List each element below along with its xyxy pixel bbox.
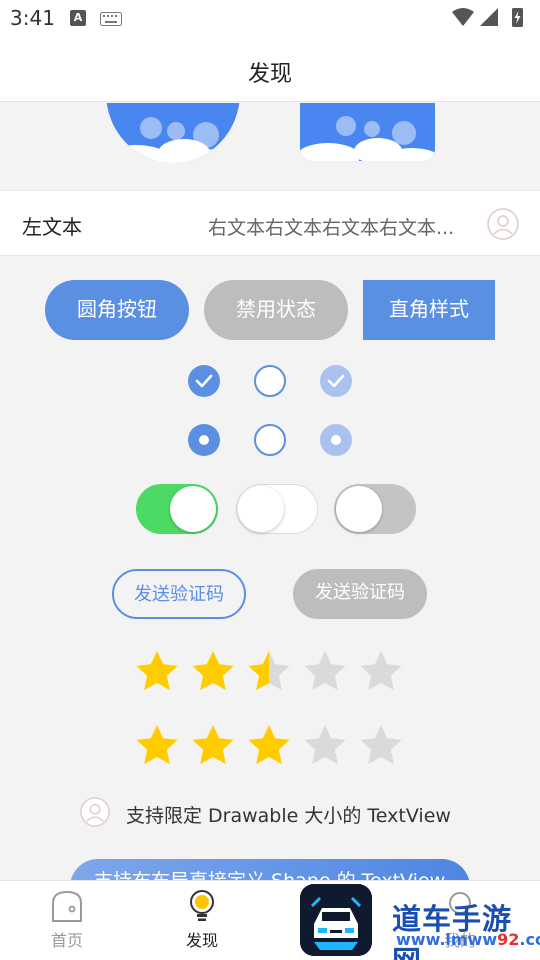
lightbulb-icon [190,890,214,921]
textview-label: 支持限定 Drawable 大小的 TextView [126,805,451,827]
status-time: 3:41 [10,6,55,30]
avatar-icon [80,797,110,827]
status-bar: 3:41 A [0,0,540,38]
keyboard-icon [100,12,122,26]
watermark-logo [300,884,372,956]
rounded-rect-image [300,103,435,161]
star-icon [360,651,402,691]
car-logo-icon [300,884,372,956]
round-image [106,103,240,163]
row-left-text: 左文本 [22,215,82,239]
drawable-textview: 支持限定 Drawable 大小的 TextView [80,797,500,831]
star-icon [192,725,234,765]
star-icon [136,651,178,691]
watermark-url: www.lmww92.com [396,930,540,949]
main-content[interactable]: 左文本 右文本右文本右文本右文本... 圆角按钮 禁用状态 直角样式 发送验证码… [0,103,540,881]
check-icon [327,374,345,388]
tab-discover[interactable]: 发现 [162,889,242,959]
watermark-title: 道车手游网 [392,902,513,960]
avatar-icon [487,208,519,240]
radio-checked[interactable] [188,424,220,456]
radio-checked-disabled[interactable] [320,424,352,456]
tab-home[interactable]: 首页 [27,889,107,959]
checkbox-unchecked[interactable] [254,365,286,397]
rating-bar-half[interactable] [133,648,413,698]
check-icon [195,374,213,388]
star-icon [248,725,290,765]
home-icon [52,890,82,922]
star-icon [192,651,234,691]
row-right-text: 右文本右文本右文本右文本... [208,217,455,239]
status-indicators [452,8,523,27]
switch-disabled[interactable] [334,484,416,534]
star-icon [248,651,290,691]
star-icon [304,725,346,765]
tab-label-discover: 发现 [185,931,218,950]
rating-bar-full[interactable] [133,722,413,772]
signal-icon [480,8,498,26]
star-icon [360,725,402,765]
round-button[interactable]: 圆角按钮 [45,280,189,340]
input-method-icon: A [70,10,86,26]
radio-unchecked[interactable] [254,424,286,456]
star-icon [304,651,346,691]
title-bar: 发现 [0,38,540,102]
checkbox-checked[interactable] [188,365,220,397]
switch-on[interactable] [136,484,218,534]
setting-row[interactable]: 左文本 右文本右文本右文本右文本... [0,190,540,256]
checkbox-checked-disabled[interactable] [320,365,352,397]
send-code-button-disabled[interactable]: 发送验证码 [293,569,427,619]
square-button[interactable]: 直角样式 [363,280,495,340]
disabled-button[interactable]: 禁用状态 [204,280,348,340]
wifi-icon [452,8,474,26]
page-title: 发现 [247,62,292,87]
tab-label-home: 首页 [50,931,83,950]
switch-off[interactable] [236,484,318,534]
send-code-button[interactable]: 发送验证码 [112,569,246,619]
shape-textview-button[interactable]: 支持布布局直接定义 Shape 的 TextView [70,859,470,881]
star-icon [136,725,178,765]
